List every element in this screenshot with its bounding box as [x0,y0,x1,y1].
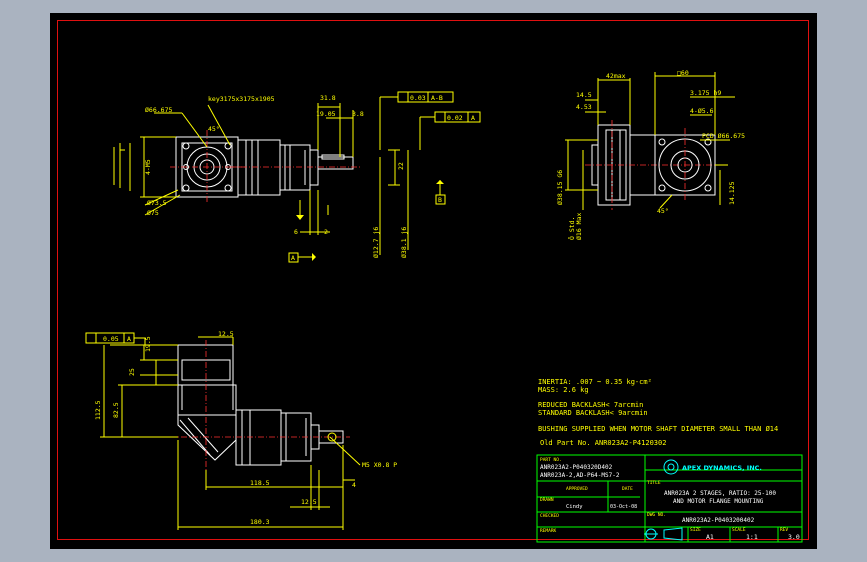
dim-12-5b: 12.5 [301,498,317,506]
dwg-no: ANR023A2-P0403200402 [682,517,755,524]
cad-drawing: key3175x3175x1905 Ø66.675 45° Ø73.5 Ø75 … [85,69,803,543]
dim-118-5: 118.5 [250,479,270,487]
scale-value: 1:1 [746,533,758,541]
dim-42max: 42max [606,72,626,80]
note-bushing: BUSHING SUPPLIED WHEN MOTOR SHAFT DIAMET… [538,425,778,433]
dim-180-3: 180.3 [250,518,270,526]
notes: INERTIA: .007 ~ 0.35 kg-cm² MASS: 2.6 kg… [538,378,778,447]
dim-sq60: □60 [677,69,689,77]
dim-angle-45: 45° [208,125,220,133]
gdt-bottom-tolerance: 0.05 [103,335,119,343]
bottom-dimension-text: 0.05 A 12.5 19.5 25 82.5 112.5 118.5 4 1… [94,330,397,526]
dim-19-5: 19.5 [144,336,152,352]
dim-4: 4 [352,481,356,489]
note-old-part: Old Part No. ANR023A2-P4120302 [540,439,666,447]
checked-label: CHECKED [540,513,559,519]
dim-82-5: 82.5 [112,402,120,418]
gdt-datum-ref-2: A [471,114,475,122]
datum-b: B [438,196,442,204]
dim-max: Ø16 Max [575,213,583,240]
gdt-datum-ref-1: A-B [431,94,443,102]
dim-22: 22 [397,162,405,170]
bottom-view [85,332,361,530]
dim-25: 25 [128,368,136,376]
company-logo-text: APEX DYNAMICS, INC. [682,464,762,472]
dim-d75: Ø75 [147,209,159,217]
gdt-tolerance-2: 0.02 [447,114,463,122]
dim-3-8: 3.8 [352,110,364,118]
size-label: SIZE [690,527,701,533]
dim-112-5: 112.5 [94,400,102,420]
date-label: DATE [622,486,633,492]
dim-31-8: 31.8 [320,94,336,102]
note-mass: MASS: 2.6 kg [538,386,589,394]
part-no-2: ANR023A-2,AD-P64-MS7-2 [540,472,620,479]
dim-pcd: PCD Ø66.675 [702,132,745,140]
dim-m5-thread: M5 X0.8 P [362,461,397,469]
note-standard-backlash: STANDARD BACKLASH< 9arcmin [538,409,648,417]
dim-6: 6 [294,228,298,236]
dim-d38-15: Ø38.15 G6 [556,170,564,205]
dim-4m5: 4-M5 [144,159,152,175]
drawn-label: DRAWN [540,497,554,503]
key-label: key3175x3175x1905 [208,95,275,103]
title-line-1: ANR023A 2 STAGES, RATIO: 25-100 [664,490,776,497]
dim-d12-7: Ø12.7 j6 [372,227,380,258]
note-inertia: INERTIA: .007 ~ 0.35 kg-cm² [538,378,652,386]
dim-14-5: 14.5 [576,91,592,99]
dim-d38-1: Ø38.1 j6 [400,227,408,258]
part-no-label: PART NO. [540,457,562,463]
dwg-no-label: DWG NO. [647,512,666,518]
title-line-2: AND MOTOR FLANGE MOUNTING [673,498,764,505]
top-right-dimension-text: 42max □60 3.175 h9 4-Ø5.6 PCD Ø66.675 14… [556,69,745,240]
dim-3-175: 3.175 h9 [690,89,721,97]
dim-4-d5-6: 4-Ø5.6 [690,107,714,115]
datum-a: A [291,254,295,262]
dim-19-05: 19.05 [316,110,336,118]
title-label: TITLE [647,480,661,486]
note-reduced-backlash: REDUCED BACKLASH< 7arcmin [538,401,643,409]
drawn-date: 03-Oct-08 [610,504,637,510]
dim-d73: Ø73.5 [147,199,167,207]
dim-12-5a: 12.5 [218,330,234,338]
remark-label: REMARK [540,528,557,534]
gdt-tolerance-1: 0.03 [410,94,426,102]
approved-label: APPROVED [566,486,588,492]
scale-label: SCALE [732,527,746,533]
dim-angle-45b: 45° [657,207,669,215]
size-value: A1 [706,533,714,541]
dim-d66: Ø66.675 [145,106,172,114]
dim-14-125: 14.125 [728,181,736,205]
gdt-bottom-datum: A [127,335,131,343]
part-no-1: ANR023A2-P040320D402 [540,464,613,471]
dim-4-53: 4.53 [576,103,592,111]
dim-2: 2 [324,228,328,236]
rev-value: 3.0 [788,533,800,541]
top-left-view [113,91,481,263]
drawn-by: Cindy [566,504,583,510]
